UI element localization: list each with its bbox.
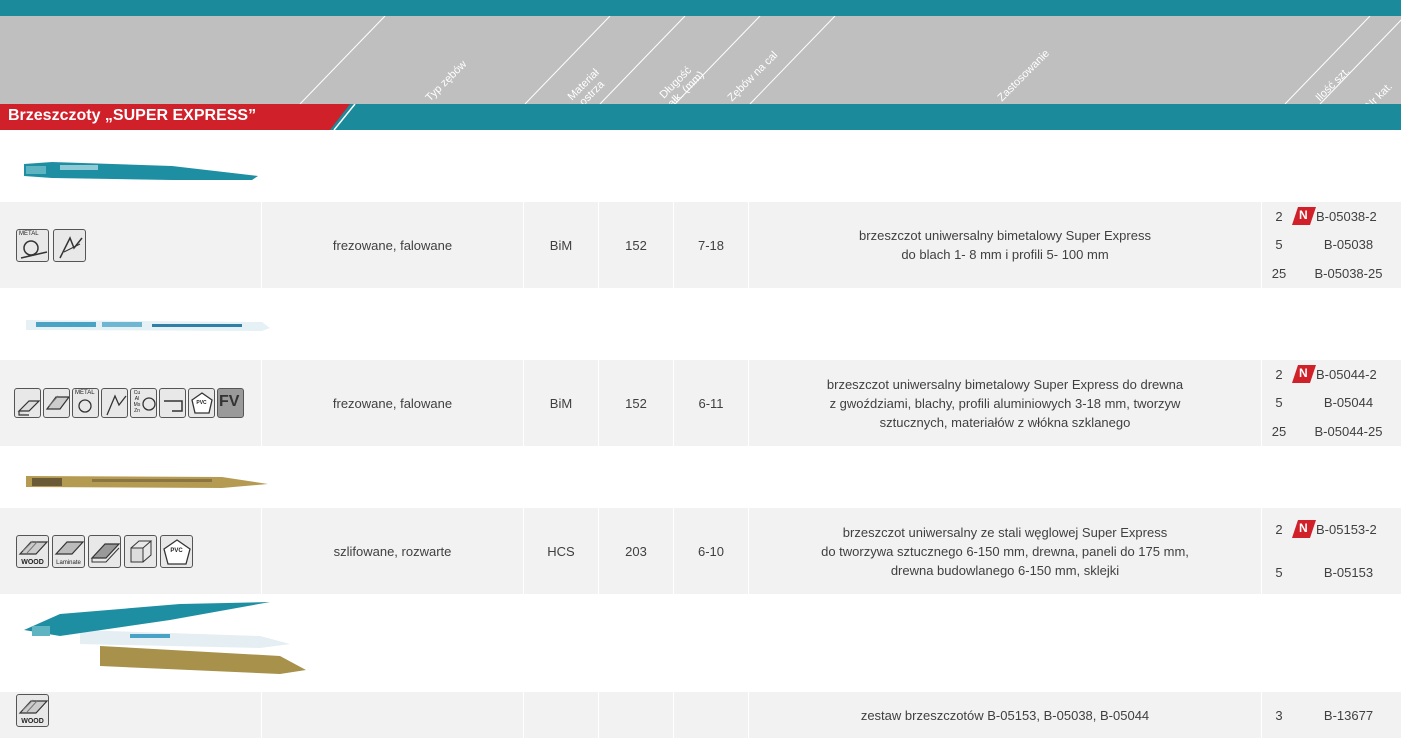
pvc-icon: PVC	[188, 388, 215, 418]
application-cell: brzeszczot uniwersalny ze stali węglowej…	[749, 508, 1262, 594]
material-cell: BiM	[524, 202, 599, 288]
icons-cell: WOOD Laminate PVC	[0, 508, 262, 594]
wood-icon: WOOD	[16, 694, 49, 727]
tpi-cell: 7-18	[674, 202, 749, 288]
column-header: Typ zębów Materiał ostrza Długość całk. …	[0, 16, 1401, 104]
length-cell: 203	[599, 508, 674, 594]
icons-cell: METAL Cu Al Ms Zn PVC FV	[0, 360, 262, 446]
section-title-text: Brzeszczoty „SUPER EXPRESS”	[8, 107, 257, 124]
blade-image-b05153	[26, 476, 268, 488]
metal-icon: METAL	[16, 228, 49, 262]
pipe-icon	[159, 388, 186, 418]
table-row: METAL Cu Al Ms Zn PVC FV frezowane, falo…	[0, 360, 1401, 446]
pvc-icon: PVC	[160, 534, 193, 568]
new-badge: N	[1292, 365, 1316, 383]
fiberglass-icon: FV	[217, 388, 244, 418]
blade-image-b05044	[26, 320, 270, 331]
profile-icon	[53, 228, 86, 262]
wood-icon	[43, 388, 70, 418]
metal-icon: METAL	[72, 388, 99, 418]
item-row: 5 B-05153	[1262, 551, 1401, 594]
wood-nails-icon	[14, 388, 41, 418]
wood-icon: WOOD	[16, 534, 49, 568]
tpi-cell: 6-10	[674, 508, 749, 594]
teeth-type-cell: frezowane, falowane	[262, 202, 524, 288]
blade-image-set	[24, 602, 306, 674]
table-row: METAL frezowane, falowane BiM 152 7-18 b…	[0, 202, 1401, 288]
application-cell: brzeszczot uniwersalny bimetalowy Super …	[749, 360, 1262, 446]
application-cell: brzeszczot uniwersalny bimetalowy Super …	[749, 202, 1262, 288]
teeth-type-cell: szlifowane, rozwarte	[262, 508, 524, 594]
material-cell: HCS	[524, 508, 599, 594]
item-row: 25 B-05038-25	[1262, 259, 1401, 288]
profile-icon	[101, 388, 128, 418]
item-row: 3 B-13677	[1262, 692, 1401, 738]
item-row: 2 N B-05038-2	[1262, 202, 1401, 230]
item-row: 25 B-05044-25	[1262, 417, 1401, 446]
material-cell	[524, 692, 599, 738]
length-cell: 152	[599, 202, 674, 288]
item-row: 5 B-05038	[1262, 231, 1401, 258]
blade-image-b05038	[24, 162, 258, 180]
application-cell: zestaw brzeszczotów B-05153, B-05038, B-…	[749, 692, 1262, 738]
length-cell	[599, 692, 674, 738]
new-badge: N	[1292, 520, 1316, 538]
tpi-cell: 6-11	[674, 360, 749, 446]
panel-icon	[88, 534, 121, 568]
teeth-type-cell	[262, 692, 524, 738]
new-badge: N	[1292, 207, 1316, 225]
item-row: 5 B-05044	[1262, 389, 1401, 416]
material-cell: BiM	[524, 360, 599, 446]
length-cell: 152	[599, 360, 674, 446]
icons-cell: WOOD	[0, 692, 262, 738]
tpi-cell	[674, 692, 749, 738]
header-diagonals	[299, 16, 1401, 104]
item-row: 2 N B-05153-2	[1262, 508, 1401, 550]
table-row: WOOD zestaw brzeszczotów B-05153, B-0503…	[0, 692, 1401, 738]
top-bar	[0, 0, 1401, 16]
non-ferrous-icon: Cu Al Ms Zn	[130, 388, 157, 418]
laminate-icon: Laminate	[52, 534, 85, 568]
icons-cell: METAL	[0, 202, 262, 288]
timber-icon	[124, 534, 157, 568]
table-row: WOOD Laminate PVC szlifowane, rozwarte H…	[0, 508, 1401, 594]
teeth-type-cell: frezowane, falowane	[262, 360, 524, 446]
item-row: 2 N B-05044-2	[1262, 360, 1401, 388]
